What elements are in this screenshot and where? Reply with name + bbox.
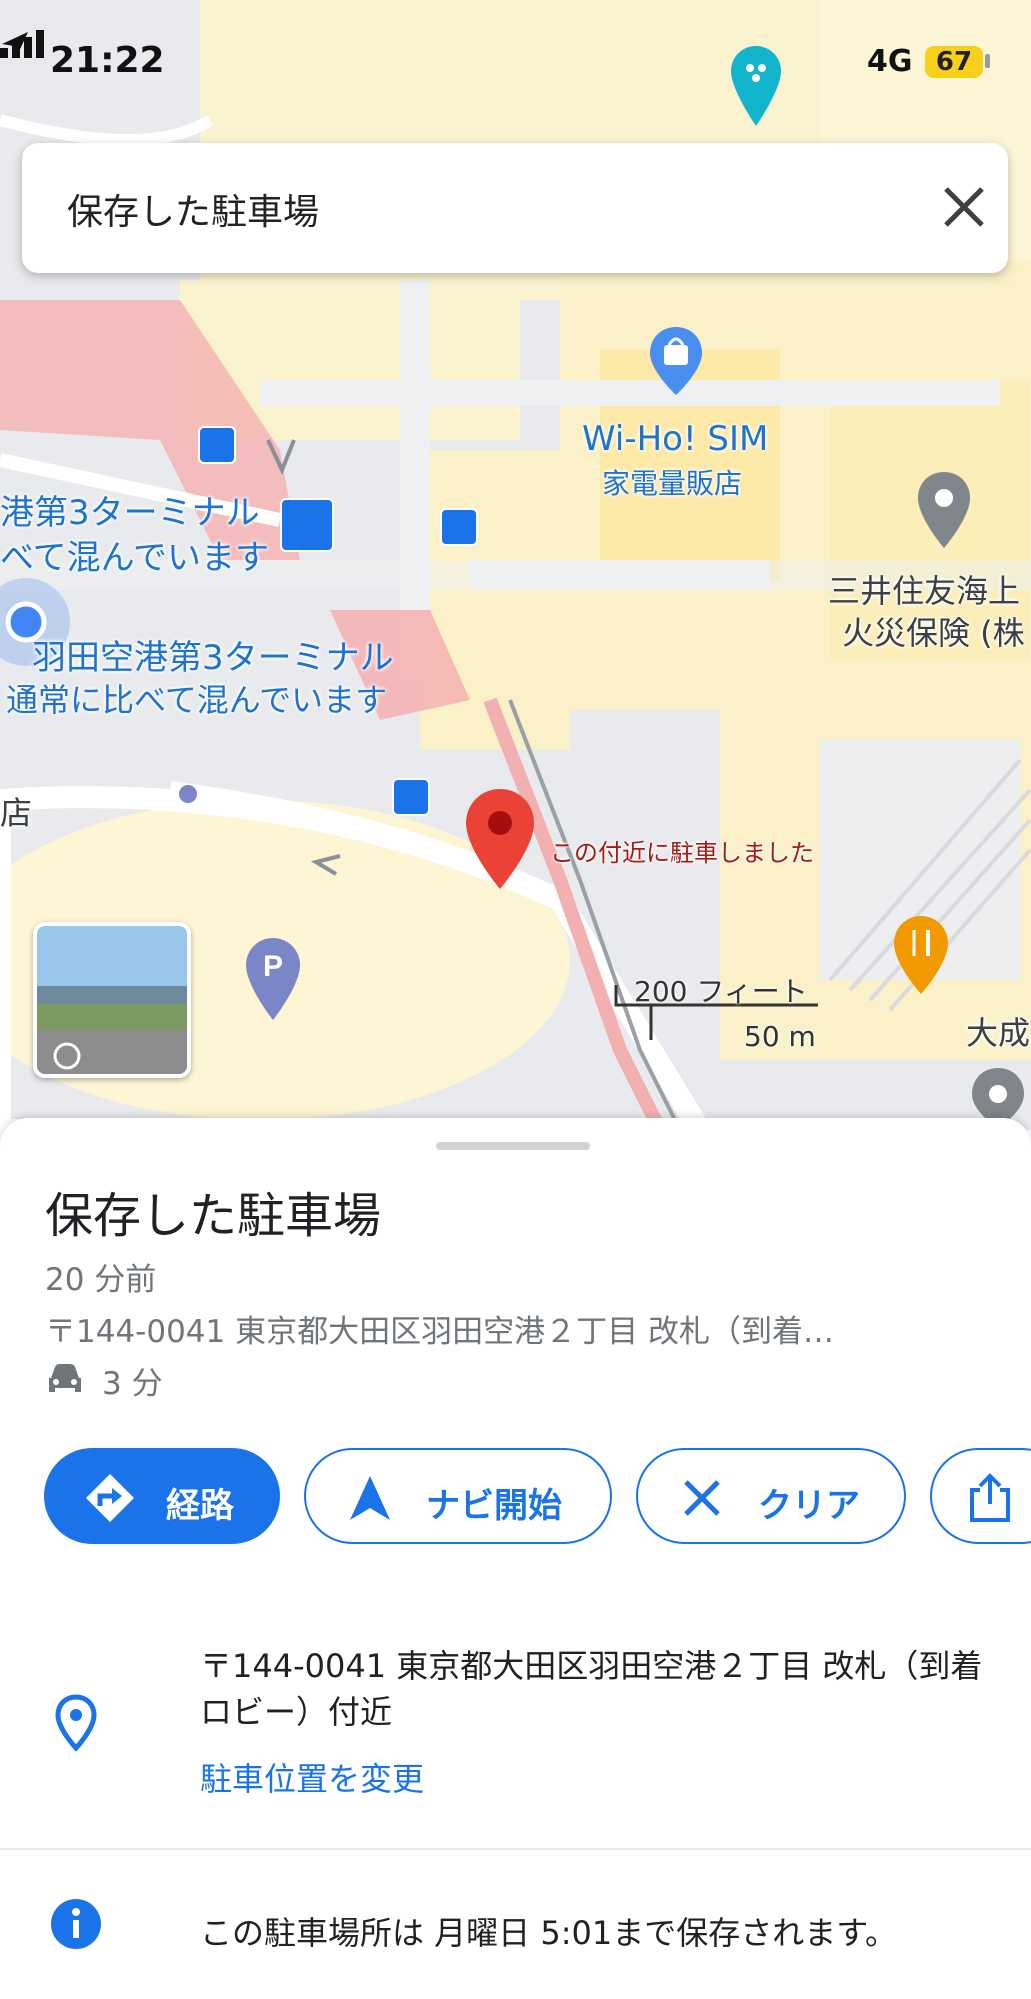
divider: [0, 1848, 1031, 1850]
bus-stop-icon[interactable]: [392, 778, 430, 816]
poi-terminal-name[interactable]: 羽田空港第3ターミナル: [32, 630, 394, 679]
street-view-thumbnail[interactable]: [33, 922, 191, 1078]
map-view[interactable]: Wi-Ho! SIM 家電量販店 三井住友海上 火災保険 (株 港第3ターミナル…: [0, 0, 1031, 1130]
clear-button[interactable]: クリア: [636, 1448, 906, 1544]
time-ago: 20 分前: [45, 1262, 157, 1298]
search-query[interactable]: 保存した駐車場: [67, 183, 319, 235]
place-pin-icon[interactable]: [916, 470, 972, 550]
poi-terminal-left-line1[interactable]: 港第3ターミナル: [0, 485, 260, 534]
close-icon[interactable]: [940, 183, 988, 231]
scale-feet-label: 200 フィート: [634, 975, 808, 1008]
poi-insurance-line2: 火災保険 (株: [842, 614, 1025, 652]
restaurant-pin-icon[interactable]: [892, 914, 950, 996]
info-icon: [51, 1899, 101, 1949]
share-button[interactable]: [930, 1448, 1031, 1544]
shopping-pin-icon[interactable]: [648, 325, 704, 397]
poi-terminal-left-line2: べて混んでいます: [0, 538, 269, 578]
battery-indicator: 67: [925, 46, 983, 78]
clear-icon: [684, 1480, 720, 1516]
status-time: 21:22: [50, 40, 165, 81]
battery-tip: [985, 54, 990, 68]
sheet-title: 保存した駐車場: [45, 1188, 382, 1244]
change-location-link[interactable]: 駐車位置を変更: [200, 1754, 424, 1800]
poi-shop-name[interactable]: Wi-Ho! SIM: [582, 419, 768, 459]
clear-label: クリア: [758, 1486, 860, 1526]
bus-stop-icon[interactable]: [198, 426, 236, 464]
poi-insurance-line1[interactable]: 三井住友海上: [828, 566, 1020, 612]
navigation-arrow-icon: [350, 1476, 390, 1520]
signal-icon: [0, 30, 44, 58]
sheet-drag-handle[interactable]: [436, 1142, 590, 1150]
parking-pin-icon[interactable]: P: [244, 936, 302, 1022]
share-icon: [970, 1473, 1010, 1522]
route-button[interactable]: 経路: [44, 1448, 280, 1544]
car-icon: [49, 1364, 81, 1392]
map-edge-label-right: 大成: [966, 1014, 1031, 1052]
directions-icon: [86, 1474, 134, 1522]
search-bar[interactable]: 保存した駐車場: [22, 143, 1008, 273]
status-bar: 21:22 4G 67: [0, 30, 1031, 100]
drive-time: 3 分: [102, 1366, 163, 1402]
network-type: 4G: [867, 44, 913, 79]
navigate-button[interactable]: ナビ開始: [304, 1448, 612, 1544]
save-expiry-info: この駐車場所は 月曜日 5:01まで保存されます。: [200, 1914, 898, 1952]
parked-location-pin-icon[interactable]: [463, 787, 537, 891]
parked-note-label: この付近に駐車しました: [550, 839, 814, 867]
map-edge-label-left: 店: [0, 794, 33, 832]
train-station-icon[interactable]: [280, 498, 334, 552]
bus-stop-icon[interactable]: [440, 508, 478, 546]
address-full[interactable]: 〒144-0041 東京都大田区羽田空港２丁目 改札（到着ロビー）付近: [200, 1643, 1000, 1735]
poi-shop-type: 家電量販店: [602, 467, 743, 500]
svg-text:P: P: [263, 950, 283, 983]
location-pin-icon: [55, 1694, 97, 1752]
route-label: 経路: [166, 1486, 234, 1526]
navigate-label: ナビ開始: [426, 1486, 562, 1526]
poi-terminal-status: 通常に比べて混んでいます: [6, 681, 388, 719]
address-short: 〒144-0041 東京都大田区羽田空港２丁目 改札（到着…: [45, 1314, 834, 1350]
scale-meters-label: 50 m: [744, 1020, 816, 1053]
place-sheet[interactable]: 保存した駐車場 20 分前 〒144-0041 東京都大田区羽田空港２丁目 改札…: [0, 1118, 1031, 1999]
